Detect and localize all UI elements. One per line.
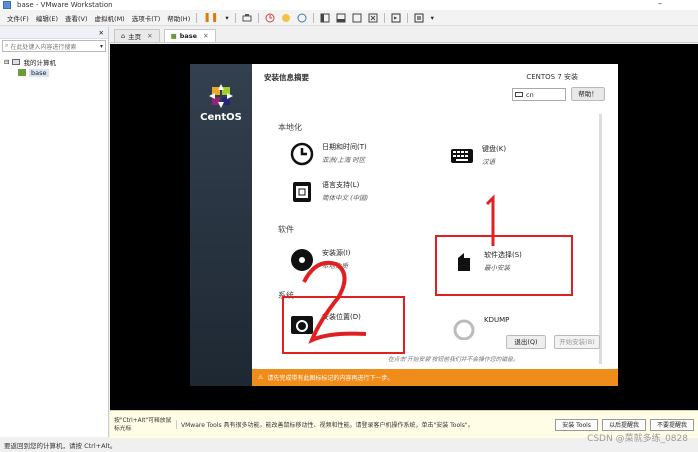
scrollbar[interactable] [599, 114, 602, 364]
tab-base[interactable]: ■ base ✕ [163, 29, 216, 42]
menu-tabs[interactable]: 选项卡(T) [132, 13, 161, 23]
close-tab-icon[interactable]: ✕ [203, 32, 208, 40]
close-tab-icon[interactable]: ✕ [147, 32, 152, 40]
menu-view[interactable]: 查看(V) [65, 13, 88, 23]
datetime-spoke[interactable]: 日期和时间(T) 亚洲/上海 时区 [290, 142, 367, 166]
library-panel: ✕ ⌕ 在此处键入内容进行搜索 ▾ ⊟ 我的计算机 base [0, 27, 109, 437]
release-mouse-hint: 按"Ctrl+Alt"可释放鼠标光标 [114, 417, 172, 432]
window-title: base - VMware Workstation [17, 1, 113, 9]
computer-icon [12, 58, 21, 65]
keyboard-layout-code: cn [526, 90, 534, 99]
vm-icon [18, 69, 26, 76]
tab-base-label: base [179, 32, 198, 40]
search-placeholder: 在此处键入内容进行搜索 [10, 43, 77, 51]
tab-home[interactable]: ⌂ 主页 ✕ [114, 29, 160, 42]
language-icon [293, 182, 311, 202]
keyboard-spoke[interactable]: 键盘(K) 汉语 [450, 144, 506, 168]
minimize-button[interactable]: – [658, 0, 662, 8]
tree-label-base: base [29, 68, 49, 77]
keyboard-small-icon [515, 92, 523, 97]
tab-home-label: 主页 [128, 33, 142, 41]
centos-logo-icon [209, 84, 233, 108]
installer-version: CENTOS 7 安装 [526, 73, 578, 81]
language-status: 简体中文 (中国) [322, 194, 369, 202]
language-spoke[interactable]: 语言支持(L) 简体中文 (中国) [290, 180, 368, 204]
vm-tab-icon: ■ [170, 32, 177, 40]
centos-installer: CentOS 安装信息摘要 CENTOS 7 安装 cn 帮助！ 本地化 日期和… [190, 64, 618, 386]
console-view-icon[interactable] [391, 13, 401, 23]
toolbar-separator [406, 12, 408, 23]
section-localization: 本地化 [278, 123, 302, 132]
kdump-title: KDUMP [484, 316, 510, 324]
collapse-icon[interactable]: ⊟ [4, 58, 9, 66]
library-header: ✕ [0, 27, 108, 39]
title-bar: base - VMware Workstation – [0, 0, 698, 10]
stretch-view-icon[interactable] [414, 13, 424, 23]
help-button[interactable]: 帮助！ [571, 87, 605, 101]
toolbar-separator [383, 12, 385, 23]
vmware-app-icon [3, 1, 11, 9]
begin-installation-button[interactable]: 开始安装(B) [554, 335, 600, 349]
menu-help[interactable]: 帮助(H) [167, 13, 190, 23]
bottom-status-text: 要返回到您的计算机，请按 Ctrl+Alt。 [4, 442, 117, 450]
page-title: 安装信息摘要 [264, 73, 309, 82]
menu-file[interactable]: 文件(F) [7, 13, 29, 23]
show-library-icon[interactable] [320, 13, 330, 23]
menu-bar: 文件(F) 编辑(E) 查看(V) 虚拟机(M) 选项卡(T) 帮助(H) ❚❚… [0, 10, 698, 26]
toolbar-separator [196, 12, 198, 23]
keyboard-icon [451, 149, 473, 163]
pause-dropdown-icon[interactable]: ▾ [225, 14, 228, 22]
datetime-status: 亚洲/上海 时区 [322, 156, 366, 164]
warning-icon: ⚠ [258, 374, 264, 381]
keyboard-title: 键盘(K) [482, 145, 507, 153]
snapshot-manager-icon[interactable] [297, 13, 307, 23]
revert-snapshot-icon[interactable] [281, 13, 291, 23]
vm-tree: ⊟ 我的计算机 base [0, 53, 108, 81]
toolbar-separator [234, 12, 236, 23]
send-ctrl-alt-del-icon[interactable] [242, 13, 252, 23]
warning-bar: ⚠ 请先完成带有此图标标记的内容再进行下一步。 [252, 369, 618, 386]
install-tools-button[interactable]: 安装 Tools [555, 418, 598, 431]
watermark: CSDN @菜就多练_0828 [587, 434, 688, 444]
search-dropdown-icon[interactable]: ▾ [100, 43, 103, 50]
remind-later-button[interactable]: 以后提醒我 [601, 418, 646, 431]
annotation-number-2 [302, 260, 367, 344]
tab-bar: ⌂ 主页 ✕ ■ base ✕ [110, 27, 698, 43]
search-icon: ⌕ [5, 42, 9, 49]
thumbnail-bar-icon[interactable] [336, 13, 346, 23]
toolbar-separator [312, 12, 314, 23]
centos-logo-text: CentOS [200, 112, 242, 123]
install-note: 在点击'开始安装'按钮前我们并不会操作您的磁盘。 [388, 357, 519, 363]
menu-vm[interactable]: 虚拟机(M) [95, 13, 125, 23]
vmware-window: base - VMware Workstation – 文件(F) 编辑(E) … [0, 0, 698, 452]
close-library-icon[interactable]: ✕ [99, 29, 104, 37]
quit-button[interactable]: 退出(Q) [506, 335, 546, 349]
datetime-title: 日期和时间(T) [322, 143, 367, 151]
clock-icon [290, 142, 314, 166]
unity-icon[interactable] [368, 13, 378, 23]
kdump-spoke[interactable]: KDUMP [452, 316, 509, 340]
full-screen-icon[interactable] [352, 13, 362, 23]
tree-item-base[interactable]: base [4, 67, 104, 78]
warning-text: 请先完成带有此图标标记的内容再进行下一步。 [267, 375, 394, 382]
never-remind-button[interactable]: 不要提醒我 [649, 418, 694, 431]
centos-sidebar: CentOS [190, 64, 252, 386]
snapshot-icon[interactable] [265, 13, 275, 23]
vmware-tools-message: VMware Tools 具有很多功能，能改善鼠标移动性、视频和性能。请登录客户… [176, 420, 555, 429]
keyboard-status: 汉语 [482, 158, 495, 166]
vm-console[interactable]: CentOS 安装信息摘要 CENTOS 7 安装 cn 帮助！ 本地化 日期和… [110, 44, 698, 410]
toolbar-separator [257, 12, 259, 23]
menu-edit[interactable]: 编辑(E) [36, 13, 58, 23]
language-title: 语言支持(L) [322, 181, 360, 189]
tree-item-my-computer[interactable]: ⊟ 我的计算机 [4, 56, 104, 67]
view-dropdown-icon[interactable]: ▾ [431, 14, 434, 22]
section-software: 软件 [278, 225, 294, 234]
pause-icon[interactable]: ❚❚ [203, 13, 218, 23]
kdump-icon [453, 319, 475, 340]
home-icon: ⌂ [121, 32, 126, 40]
library-search-input[interactable]: ⌕ 在此处键入内容进行搜索 ▾ [2, 40, 106, 52]
annotation-number-1 [485, 194, 495, 246]
keyboard-layout-indicator[interactable]: cn [512, 88, 566, 101]
tree-label-my-computer: 我的计算机 [23, 58, 56, 67]
